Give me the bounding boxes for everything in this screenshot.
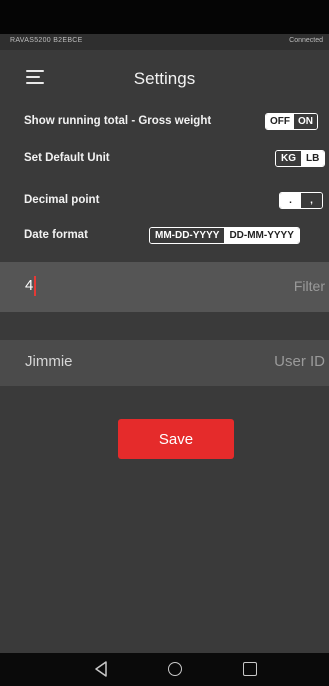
device-name: RAVAS5200 B2EBCE <box>10 37 83 44</box>
navigation-bar <box>0 653 329 686</box>
decimal-comma-option[interactable]: , <box>301 193 322 208</box>
header: Settings <box>0 50 329 100</box>
unit-lb-option[interactable]: LB <box>301 151 325 166</box>
decimal-point-toggle[interactable]: . , <box>279 192 323 209</box>
user-id-value[interactable]: Jimmie <box>25 353 73 370</box>
filter-placeholder: Filter <box>293 278 325 294</box>
running-total-label: Show running total - Gross weight <box>24 115 212 127</box>
default-unit-row: Set Default Unit KG LB <box>0 147 329 171</box>
connection-status: Connected <box>289 37 323 44</box>
settings-screen: RAVAS5200 B2EBCE Connected Settings Show… <box>0 0 329 686</box>
recent-apps-icon[interactable] <box>243 662 257 676</box>
decimal-point-label: Decimal point <box>24 194 100 206</box>
filter-field[interactable]: 4 Filter <box>0 262 329 312</box>
default-unit-toggle[interactable]: KG LB <box>275 150 326 167</box>
date-format-label: Date format <box>24 229 88 241</box>
running-total-on-option[interactable]: ON <box>294 114 317 129</box>
running-total-toggle[interactable]: OFF ON <box>265 113 318 130</box>
date-mmddyyyy-option[interactable]: MM-DD-YYYY <box>150 228 225 243</box>
running-total-row: Show running total - Gross weight OFF ON <box>0 110 329 134</box>
decimal-point-row: Decimal point . , <box>0 189 329 213</box>
save-button[interactable]: Save <box>118 419 234 459</box>
date-ddmmyyyy-option[interactable]: DD-MM-YYYY <box>224 228 299 243</box>
text-cursor <box>34 276 36 296</box>
filter-value[interactable]: 4 <box>25 277 33 294</box>
user-id-field[interactable]: Jimmie User ID <box>0 340 329 386</box>
default-unit-label: Set Default Unit <box>24 152 110 164</box>
status-bar <box>0 0 329 34</box>
date-format-row: Date format MM-DD-YYYY DD-MM-YYYY <box>0 224 329 248</box>
page-title: Settings <box>133 69 196 88</box>
decimal-dot-option[interactable]: . <box>280 193 301 208</box>
back-icon[interactable] <box>94 661 108 677</box>
user-id-placeholder: User ID <box>274 353 325 370</box>
device-info-bar: RAVAS5200 B2EBCE Connected <box>0 34 329 50</box>
home-icon[interactable] <box>168 662 182 676</box>
unit-kg-option[interactable]: KG <box>276 151 301 166</box>
date-format-toggle[interactable]: MM-DD-YYYY DD-MM-YYYY <box>149 227 300 244</box>
running-total-off-option[interactable]: OFF <box>266 114 294 129</box>
